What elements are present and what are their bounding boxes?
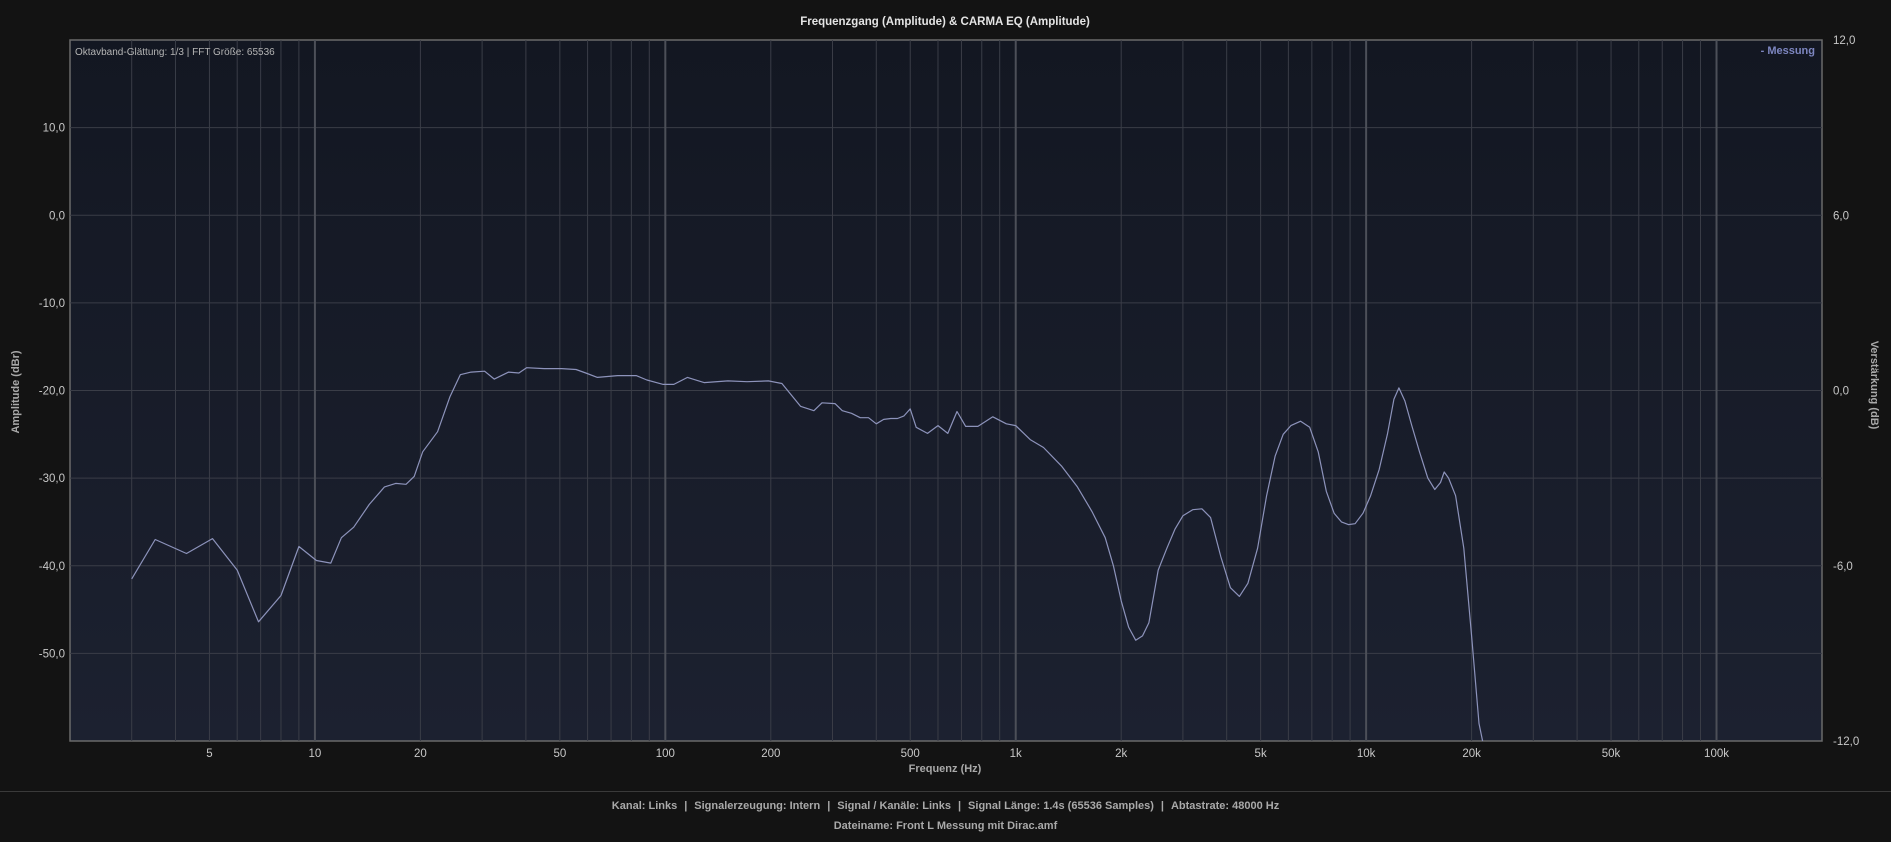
y-axis-ticks: 10,0 0,0 -10,0 -20,0 -30,0 -40,0 -50,0 — [39, 123, 65, 661]
x-tick-label: 50 — [553, 748, 566, 760]
y2-tick-label: -12,0 — [1833, 736, 1859, 748]
x-tick-label: 2k — [1115, 748, 1127, 760]
x-tick-label: 5 — [206, 748, 212, 760]
footer-separator: | — [827, 800, 831, 812]
y-tick-label: -20,0 — [39, 386, 65, 398]
footer-info-line: Kanal: Links | Signalerzeugung: Intern | Sig… — [0, 800, 1891, 812]
x-tick-label: 10 — [309, 748, 322, 760]
y-tick-label: -10,0 — [39, 298, 65, 310]
footer-signal-kanaele: Signal / Kanäle: Links — [837, 800, 951, 812]
y2-axis-ticks: 12,0 6,0 0,0 -6,0 -12,0 — [1833, 35, 1859, 748]
y-tick-label: -50,0 — [39, 648, 65, 660]
footer-kanal: Kanal: Links — [611, 800, 678, 812]
x-tick-label: 5k — [1255, 748, 1267, 760]
x-axis-ticks: 5 10 20 50 100 200 500 1k 2k 5k 10k 20k 50k 100k — [206, 748, 1729, 760]
status-footer: Kanal: Links | Signalerzeugung: Intern | Sig… — [0, 791, 1891, 842]
x-tick-label: 200 — [761, 748, 780, 760]
y-tick-label: -30,0 — [39, 473, 65, 485]
footer-signal-laenge: Signal Länge: 1.4s (65536 Samples) — [968, 800, 1154, 812]
y-tick-label: -40,0 — [39, 561, 65, 573]
y2-tick-label: -6,0 — [1833, 561, 1853, 573]
x-tick-label: 50k — [1602, 748, 1621, 760]
x-tick-label: 1k — [1010, 748, 1022, 760]
footer-dateiname: Dateiname: Front L Messung mit Dirac.amf — [833, 820, 1058, 832]
x-axis-label: Frequenz (Hz) — [909, 763, 982, 775]
x-tick-label: 20k — [1462, 748, 1481, 760]
frequency-response-chart: Frequenzgang (Amplitude) & CARMA EQ (Amp… — [10, 16, 1880, 775]
y2-tick-label: 12,0 — [1833, 35, 1855, 47]
y2-axis-label: Verstärkung (dB) — [1868, 341, 1880, 430]
chart-title: Frequenzgang (Amplitude) & CARMA EQ (Amp… — [800, 16, 1090, 28]
x-tick-label: 500 — [901, 748, 920, 760]
info-text: Oktavband-Glättung: 1/3 | FFT Größe: 655… — [75, 47, 275, 58]
x-tick-label: 100 — [656, 748, 675, 760]
footer-separator: | — [957, 800, 962, 812]
y2-tick-label: 0,0 — [1833, 386, 1849, 398]
footer-abtastrate: Abtastrate: 48000 Hz — [1170, 800, 1280, 812]
y-tick-label: 0,0 — [49, 210, 65, 222]
y2-tick-label: 6,0 — [1833, 210, 1849, 222]
y-tick-label: 10,0 — [43, 123, 65, 135]
footer-separator: | — [684, 800, 688, 812]
x-tick-label: 100k — [1704, 748, 1729, 760]
x-tick-label: 10k — [1357, 748, 1376, 760]
y-axis-label: Amplitude (dBr) — [10, 350, 22, 433]
footer-signalerzeugung: Signalerzeugung: Intern — [694, 800, 821, 812]
legend-messung[interactable]: - Messung — [1761, 45, 1815, 57]
footer-separator: | — [1160, 800, 1164, 812]
x-tick-label: 20 — [414, 748, 427, 760]
